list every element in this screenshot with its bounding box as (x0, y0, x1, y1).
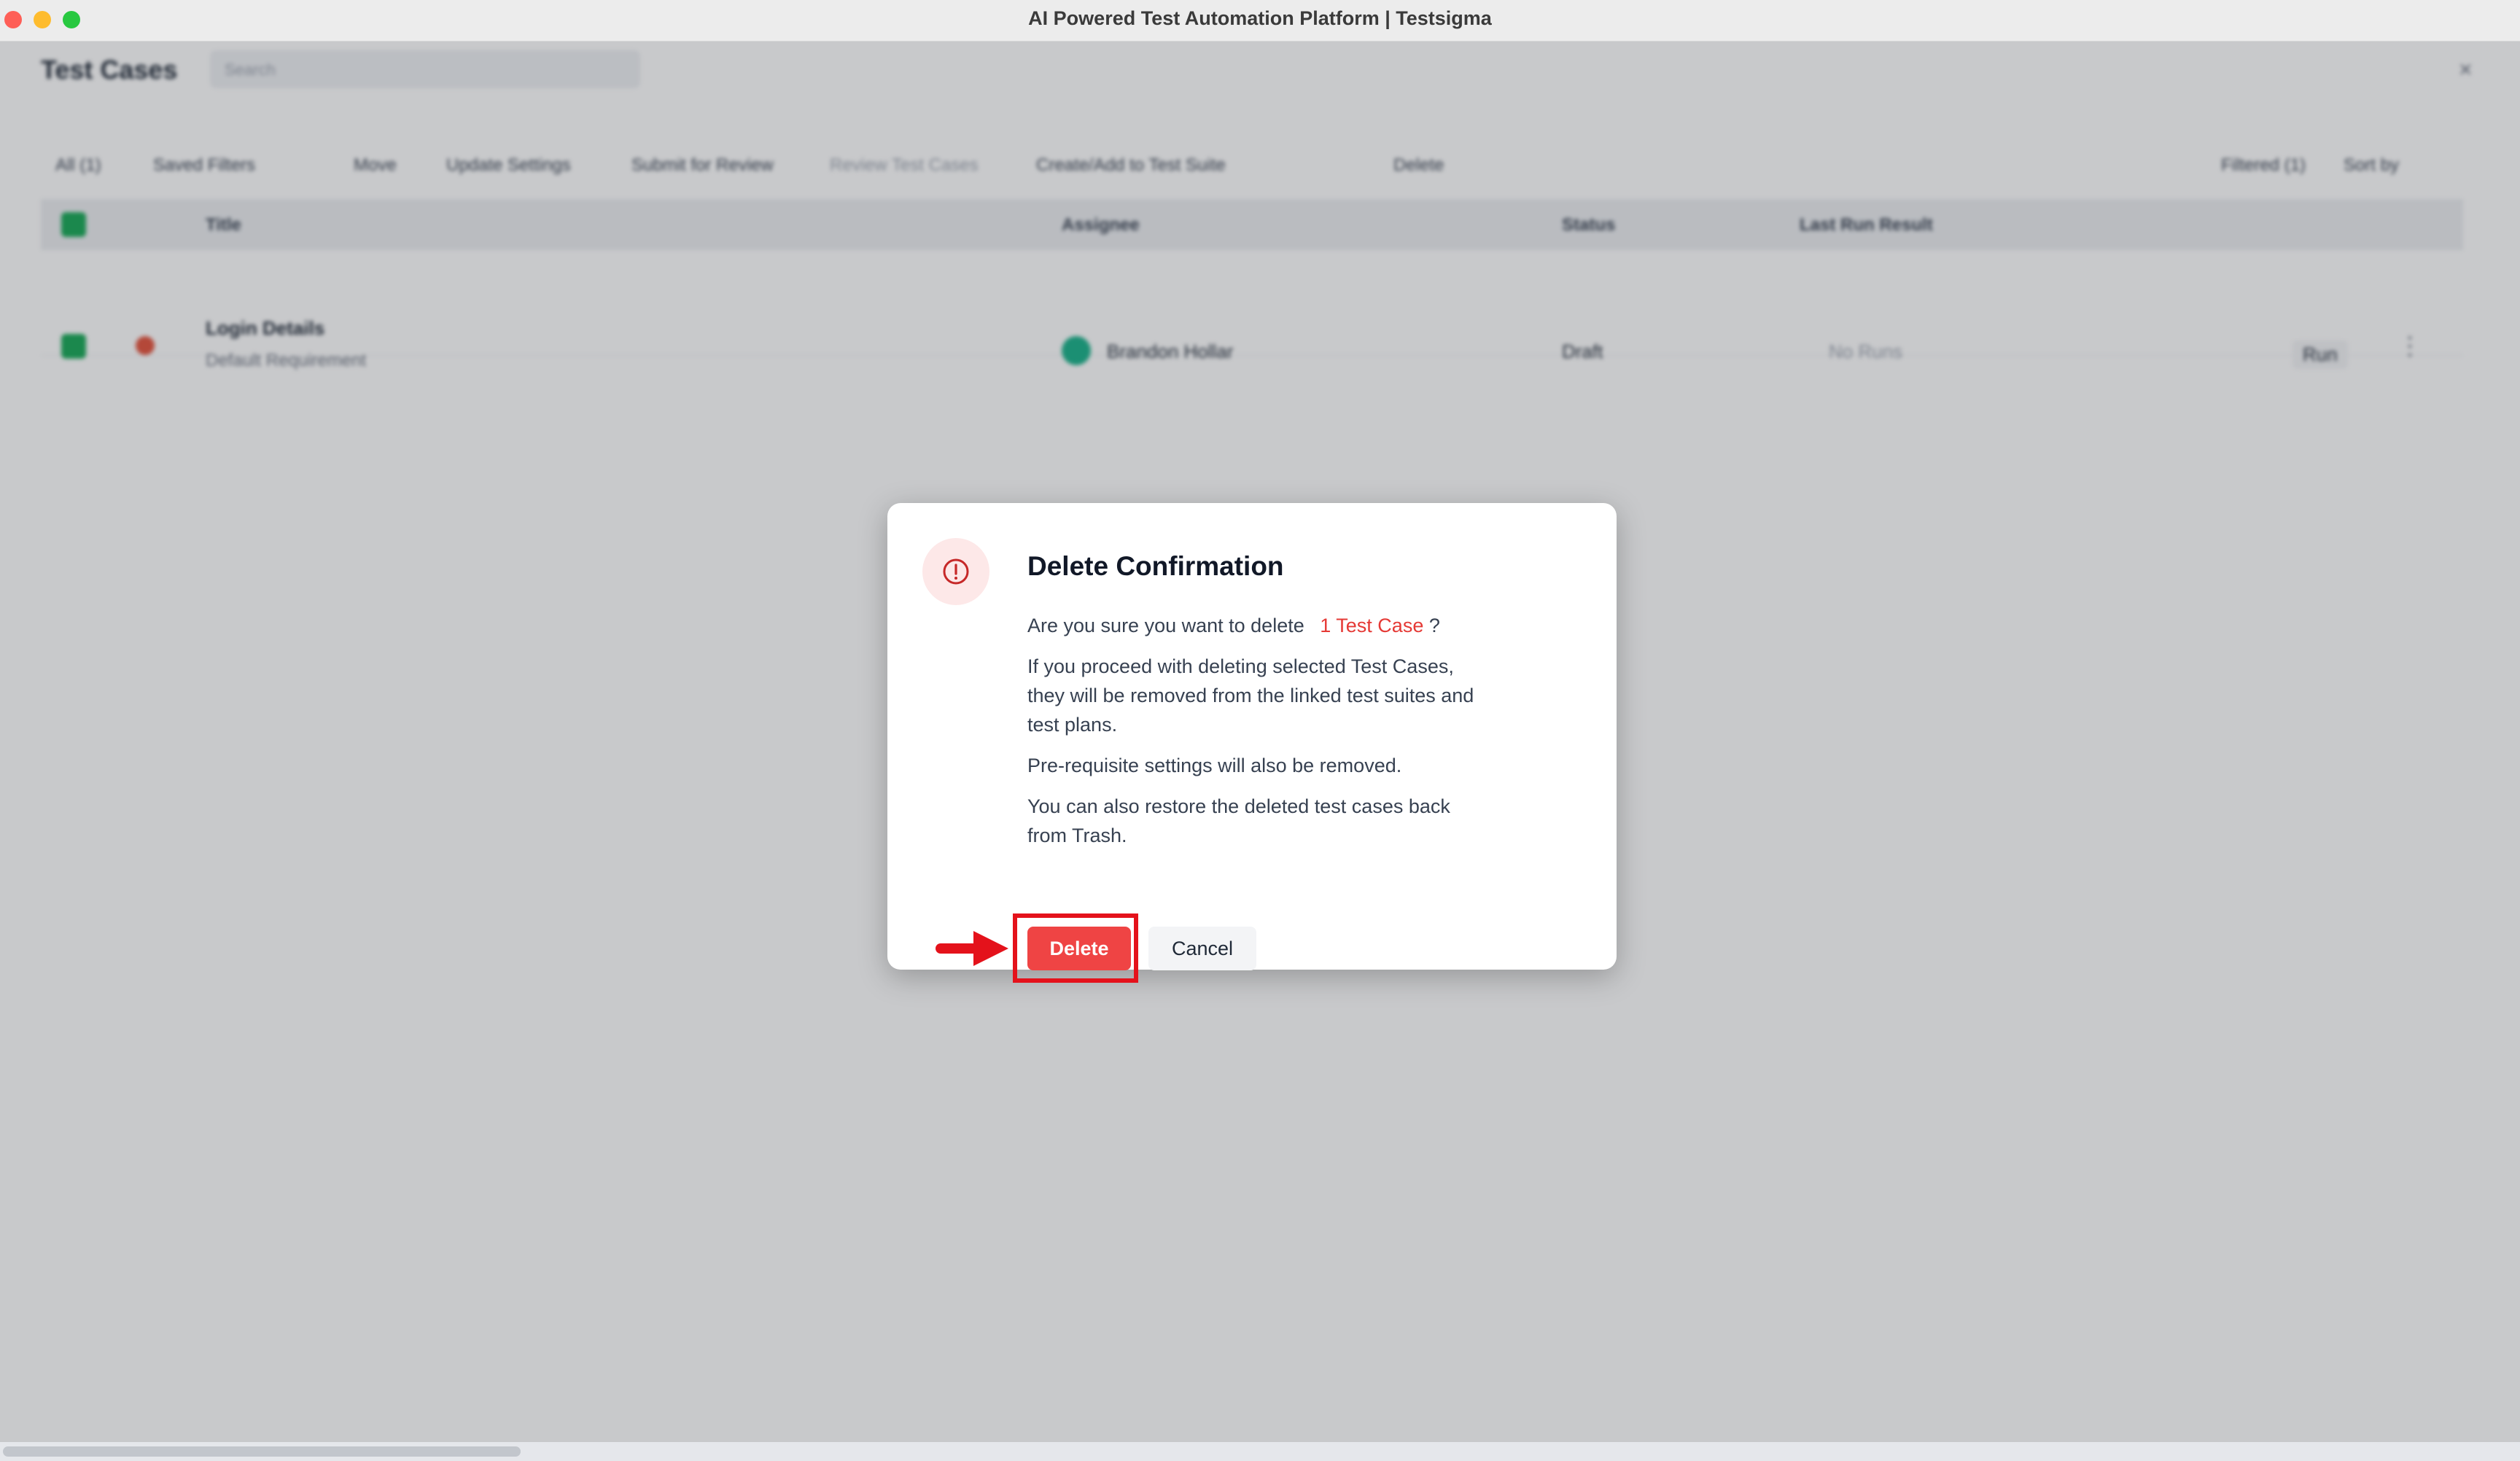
restore-info-paragraph: You can also restore the deleted test ca… (1027, 792, 1450, 850)
delete-confirmation-dialog: Delete Confirmation Are you sure you wan… (887, 503, 1617, 983)
alert-circle-icon (922, 538, 989, 605)
cancel-button[interactable]: Cancel (1148, 927, 1256, 970)
app-content: Test Cases Search × All (1) Saved Filter… (0, 42, 2520, 1461)
window-titlebar: AI Powered Test Automation Platform | Te… (0, 0, 2520, 42)
warning-line-3: test plans. (1027, 714, 1118, 736)
warning-paragraph-prerequisite: Pre-requisite settings will also be remo… (1027, 755, 1402, 776)
delete-count-highlight: 1 Test Case (1320, 615, 1424, 636)
warning-paragraph-linked: If you proceed with deleting selected Te… (1027, 652, 1474, 739)
restore-line-2: from Trash. (1027, 825, 1127, 846)
warning-line-1: If you proceed with deleting selected Te… (1027, 655, 1454, 677)
warning-line-2: they will be removed from the linked tes… (1027, 685, 1474, 706)
horizontal-scrollbar[interactable] (0, 1442, 2520, 1461)
restore-line-1: You can also restore the deleted test ca… (1027, 795, 1450, 817)
scrollbar-thumb[interactable] (3, 1446, 521, 1457)
red-arrow-annotation (936, 931, 1008, 966)
window-title: AI Powered Test Automation Platform | Te… (1028, 7, 1492, 29)
question-prefix: Are you sure you want to delete (1027, 615, 1304, 636)
dialog-title: Delete Confirmation (1027, 551, 1284, 581)
delete-button[interactable]: Delete (1027, 927, 1131, 970)
delete-question: Are you sure you want to delete 1 Test C… (1027, 611, 1440, 640)
question-suffix: ? (1428, 615, 1440, 636)
